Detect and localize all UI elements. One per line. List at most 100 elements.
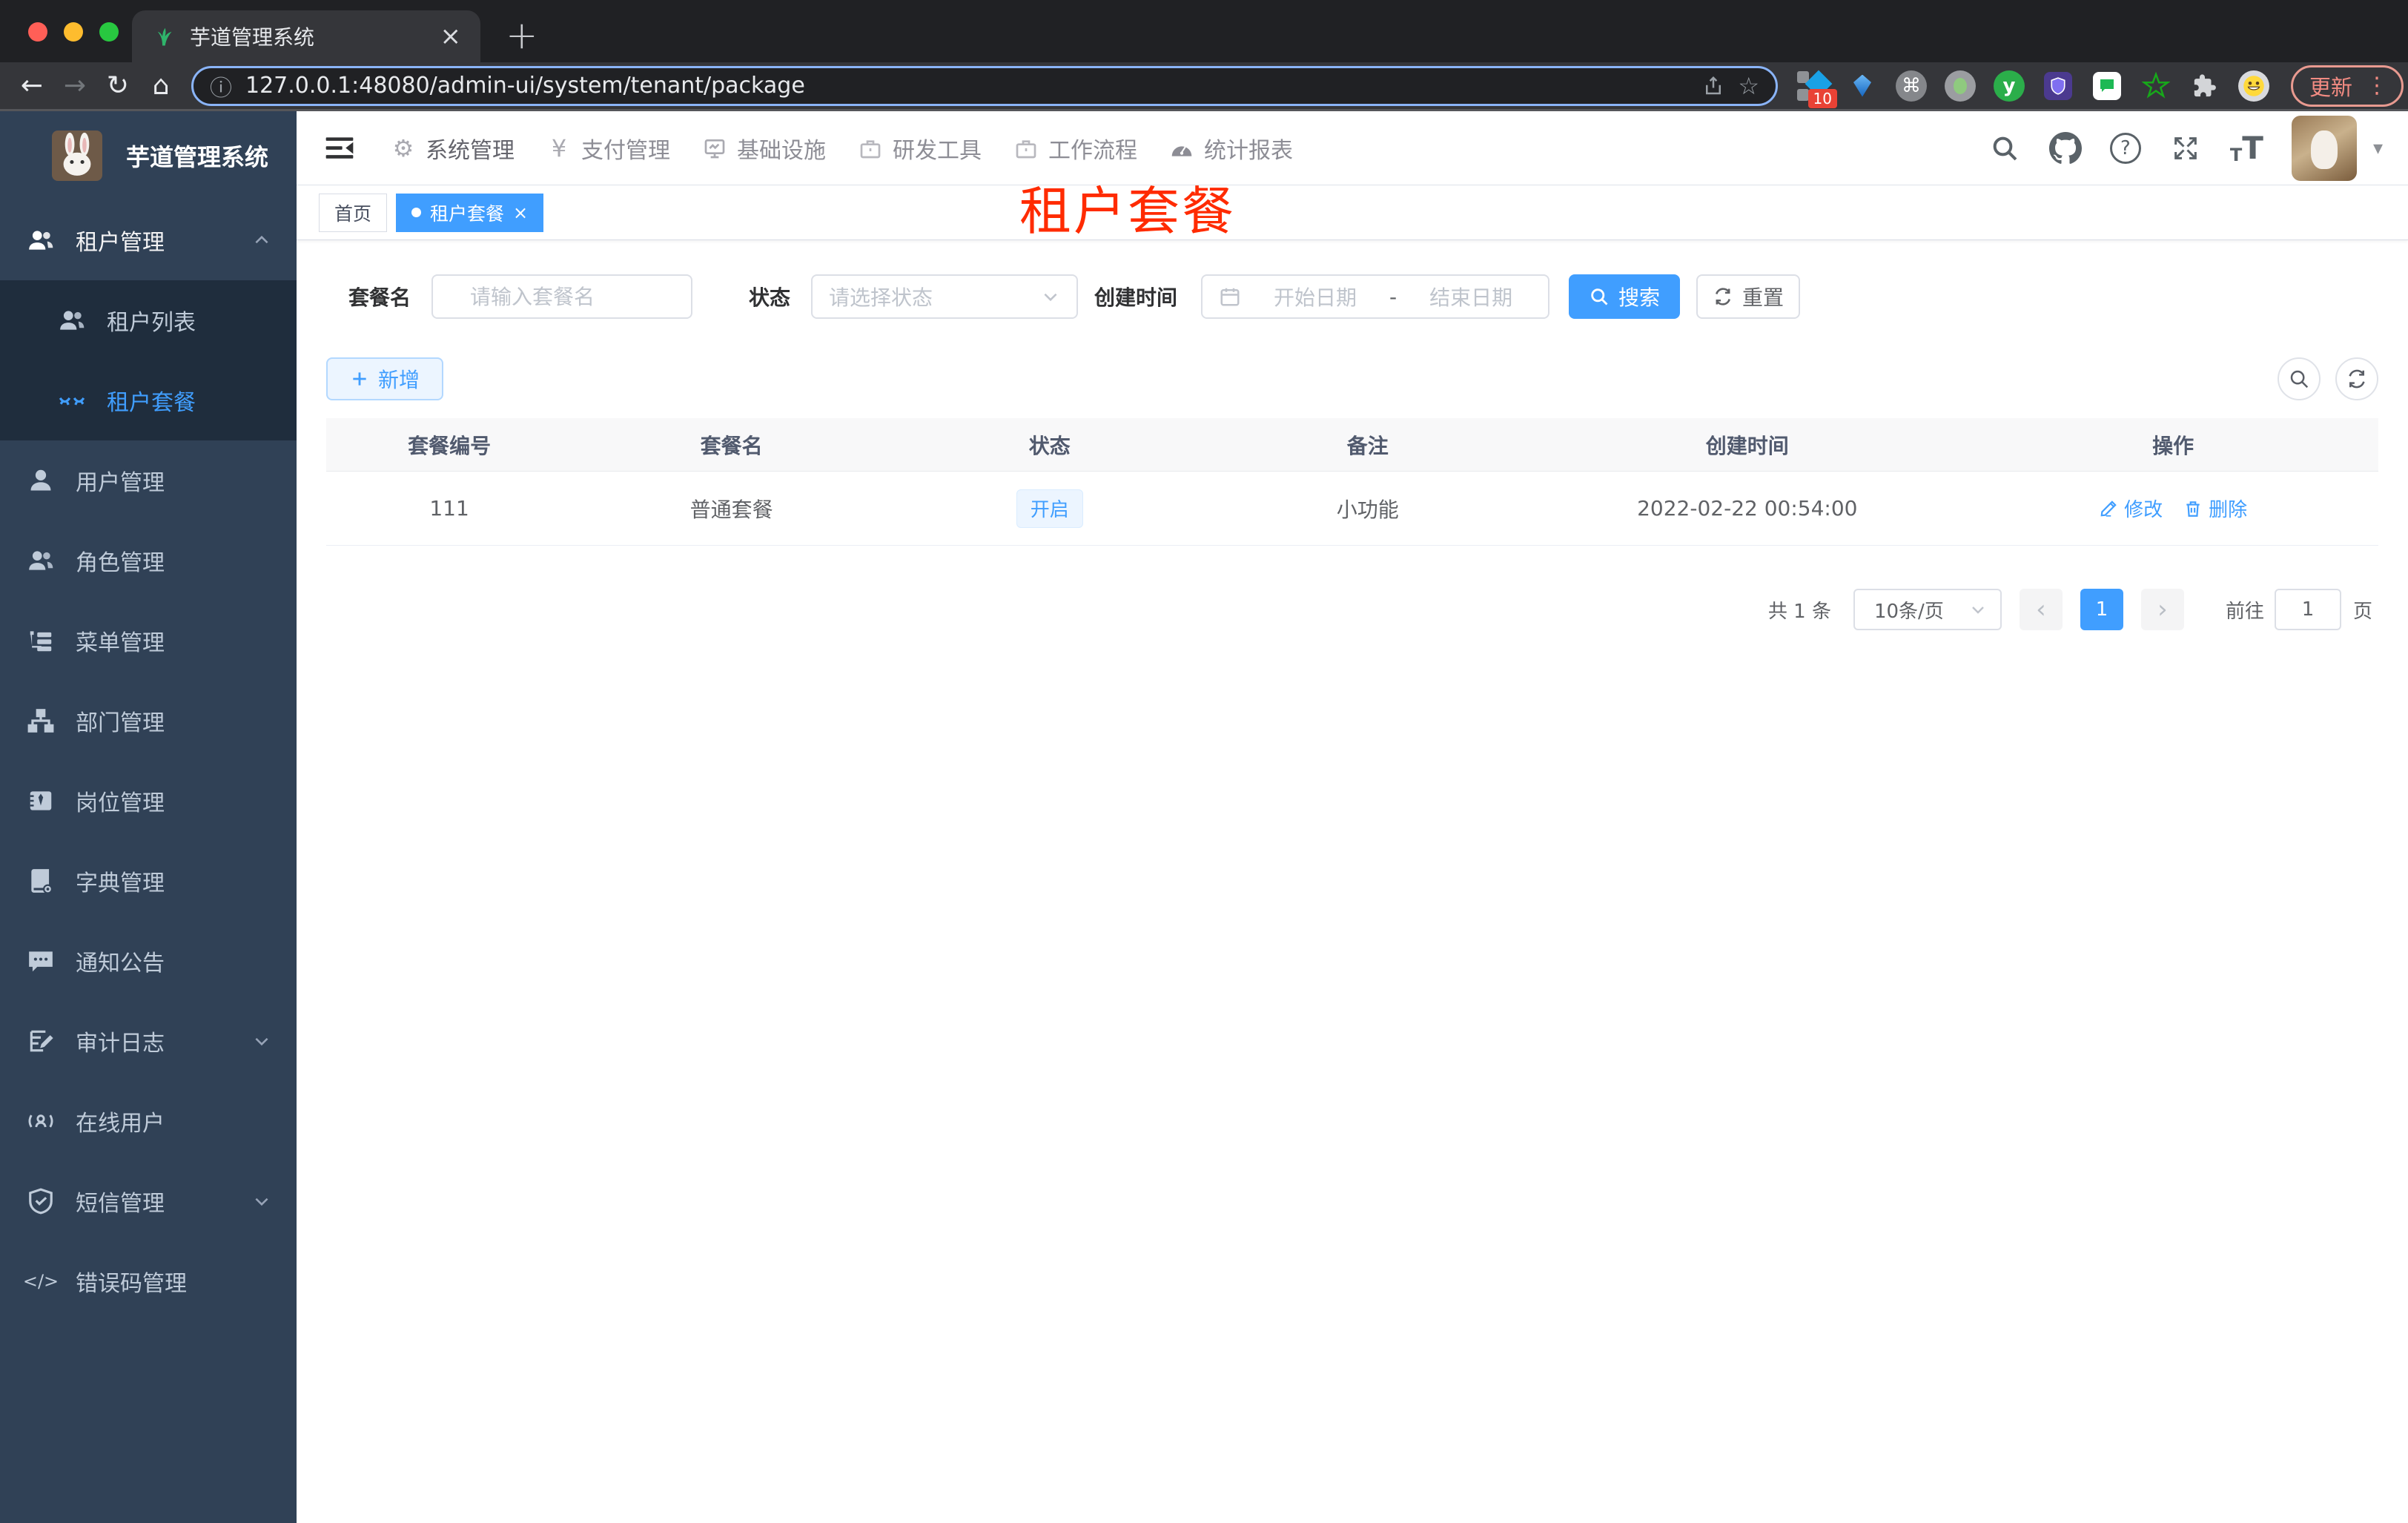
font-size-icon[interactable]: TT bbox=[2230, 132, 2263, 164]
browser-tab[interactable]: 芋道管理系统 × bbox=[132, 10, 480, 62]
search-icon[interactable] bbox=[1988, 132, 2021, 165]
topnav-item-statistics[interactable]: 统计报表 bbox=[1168, 132, 1293, 165]
add-button[interactable]: 新增 bbox=[326, 357, 444, 400]
tag-home[interactable]: 首页 bbox=[319, 193, 388, 232]
github-icon[interactable] bbox=[2048, 131, 2082, 165]
help-icon[interactable]: ? bbox=[2109, 132, 2141, 164]
fullscreen-icon[interactable] bbox=[2169, 132, 2202, 165]
start-date-placeholder: 开始日期 bbox=[1274, 285, 1357, 310]
tab-close-icon[interactable]: × bbox=[440, 24, 462, 49]
window-minimize-button[interactable] bbox=[64, 22, 83, 42]
sidebar-collapse-icon[interactable] bbox=[323, 132, 356, 165]
org-tree-icon bbox=[27, 707, 55, 735]
chevron-down-icon bbox=[1972, 607, 1984, 614]
sidebar-item-tenant-list[interactable]: 租户列表 bbox=[0, 280, 297, 360]
tag-close-icon[interactable]: × bbox=[513, 204, 528, 222]
address-bar[interactable]: ⓘ 127.0.0.1:48080/admin-ui/system/tenant… bbox=[191, 65, 1778, 106]
column-header: 套餐编号 bbox=[408, 433, 492, 458]
page-size-select[interactable]: 10条/页 bbox=[1853, 589, 2002, 630]
sidebar-item-dept-management[interactable]: 部门管理 bbox=[0, 681, 297, 761]
sidebar-item-tenant-package[interactable]: 租户套餐 bbox=[0, 360, 297, 440]
refresh-table-button[interactable] bbox=[2335, 357, 2378, 400]
plus-icon bbox=[353, 372, 366, 386]
extension-emoji-icon[interactable] bbox=[2237, 70, 2270, 102]
goto-page-input[interactable] bbox=[2274, 589, 2341, 630]
caret-down-icon[interactable]: ▾ bbox=[2373, 137, 2383, 159]
topnav-item-system[interactable]: ⚙ 系统管理 bbox=[390, 132, 515, 165]
sidebar-item-audit-log[interactable]: 审计日志 bbox=[0, 1001, 297, 1081]
topnav-label: 系统管理 bbox=[426, 137, 515, 164]
tag-tenant-package[interactable]: 租户套餐 × bbox=[396, 193, 544, 232]
sidebar-item-post-management[interactable]: 岗位管理 bbox=[0, 761, 297, 841]
share-icon[interactable] bbox=[1702, 75, 1724, 97]
window-zoom-button[interactable] bbox=[99, 22, 119, 42]
chevron-down-icon bbox=[252, 1031, 271, 1051]
sidebar-item-menu-management[interactable]: 菜单管理 bbox=[0, 601, 297, 681]
bookmark-star-icon[interactable]: ☆ bbox=[1738, 72, 1759, 100]
date-separator: - bbox=[1389, 284, 1398, 309]
topnav-label: 统计报表 bbox=[1204, 137, 1293, 164]
sidebar-item-dict-management[interactable]: 字典管理 bbox=[0, 841, 297, 921]
forward-icon[interactable]: → bbox=[53, 72, 96, 99]
sidebar-item-error-code[interactable]: </> 错误码管理 bbox=[0, 1241, 297, 1321]
extension-gem-icon[interactable] bbox=[1846, 70, 1879, 102]
prev-page-button[interactable]: ‹ bbox=[2019, 589, 2063, 630]
column-header: 创建时间 bbox=[1705, 433, 1789, 458]
sidebar-logo-row[interactable]: 芋道管理系统 bbox=[0, 111, 297, 200]
header-right: ? TT ▾ bbox=[1988, 115, 2383, 181]
current-page-button[interactable]: 1 bbox=[2080, 589, 2123, 630]
window-close-button[interactable] bbox=[28, 22, 47, 42]
search-button[interactable]: 搜索 bbox=[1569, 274, 1681, 319]
next-page-button[interactable]: › bbox=[2140, 589, 2184, 630]
back-icon[interactable]: ← bbox=[10, 72, 53, 99]
extensions-row: 10 ⌘ y bbox=[1797, 70, 2270, 108]
sidebar-item-label: 短信管理 bbox=[76, 1191, 165, 1217]
package-name-input[interactable] bbox=[431, 274, 693, 319]
online-broadcast-icon bbox=[27, 1107, 55, 1135]
topnav-item-payment[interactable]: ¥ 支付管理 bbox=[546, 132, 670, 165]
sidebar-item-label: 通知公告 bbox=[76, 951, 165, 977]
topnav-item-dev-tools[interactable]: 研发工具 bbox=[857, 132, 982, 165]
sidebar-item-tenant-management[interactable]: 租户管理 bbox=[0, 200, 297, 280]
extension-chat-icon[interactable] bbox=[2091, 70, 2123, 102]
sidebar-item-label: 租户套餐 bbox=[107, 390, 196, 416]
dictionary-book-icon bbox=[27, 867, 55, 895]
package-name-input-field[interactable] bbox=[470, 284, 675, 309]
status-select[interactable]: 请选择状态 bbox=[811, 274, 1079, 319]
reset-button[interactable]: 重置 bbox=[1696, 274, 1801, 319]
date-range-picker[interactable]: 开始日期 - 结束日期 bbox=[1201, 274, 1550, 319]
home-icon[interactable]: ⌂ bbox=[139, 72, 182, 99]
user-avatar[interactable] bbox=[2291, 115, 2357, 181]
browser-menu-icon[interactable]: ⋮ bbox=[2360, 73, 2394, 99]
extension-purple-shield-icon[interactable] bbox=[2042, 70, 2074, 102]
hide-search-button[interactable] bbox=[2278, 357, 2321, 400]
extension-green-star-icon[interactable] bbox=[2140, 70, 2172, 102]
extension-y-green-icon[interactable]: y bbox=[1993, 70, 2025, 102]
search-icon bbox=[1591, 288, 1608, 305]
sidebar-item-user-management[interactable]: 用户管理 bbox=[0, 440, 297, 521]
browser-update-button[interactable]: 更新 ⋮ bbox=[2291, 65, 2404, 107]
delete-link[interactable]: 删除 bbox=[2183, 495, 2247, 522]
extension-badge: 10 bbox=[1807, 88, 1837, 108]
sidebar-item-notice[interactable]: 通知公告 bbox=[0, 921, 297, 1001]
extension-command-icon[interactable]: ⌘ bbox=[1895, 70, 1928, 102]
new-tab-button[interactable]: + bbox=[506, 16, 538, 55]
end-date-placeholder: 结束日期 bbox=[1429, 285, 1513, 310]
refresh-icon bbox=[2349, 369, 2365, 389]
site-info-icon[interactable]: ⓘ bbox=[210, 70, 232, 102]
edit-link[interactable]: 修改 bbox=[2099, 495, 2163, 522]
topnav-item-infrastructure[interactable]: 基础设施 bbox=[701, 132, 826, 165]
topnav-item-workflow[interactable]: 工作流程 bbox=[1013, 132, 1137, 165]
reload-icon[interactable]: ↻ bbox=[96, 72, 139, 99]
log-edit-icon bbox=[27, 1027, 55, 1055]
extensions-puzzle-icon[interactable] bbox=[2189, 70, 2221, 102]
sidebar-item-label: 在线用户 bbox=[76, 1111, 165, 1137]
sidebar-item-online-users[interactable]: 在线用户 bbox=[0, 1081, 297, 1161]
sidebar-item-label: 岗位管理 bbox=[76, 790, 165, 816]
sidebar-item-role-management[interactable]: 角色管理 bbox=[0, 521, 297, 601]
sidebar-item-sms-management[interactable]: 短信管理 bbox=[0, 1161, 297, 1241]
extension-gray-circle-icon[interactable] bbox=[1944, 70, 1977, 102]
extension-blue-diamond-icon[interactable]: 10 bbox=[1797, 70, 1837, 108]
sidebar-item-label: 租户管理 bbox=[76, 230, 165, 256]
status-label: 状态 bbox=[749, 285, 791, 310]
